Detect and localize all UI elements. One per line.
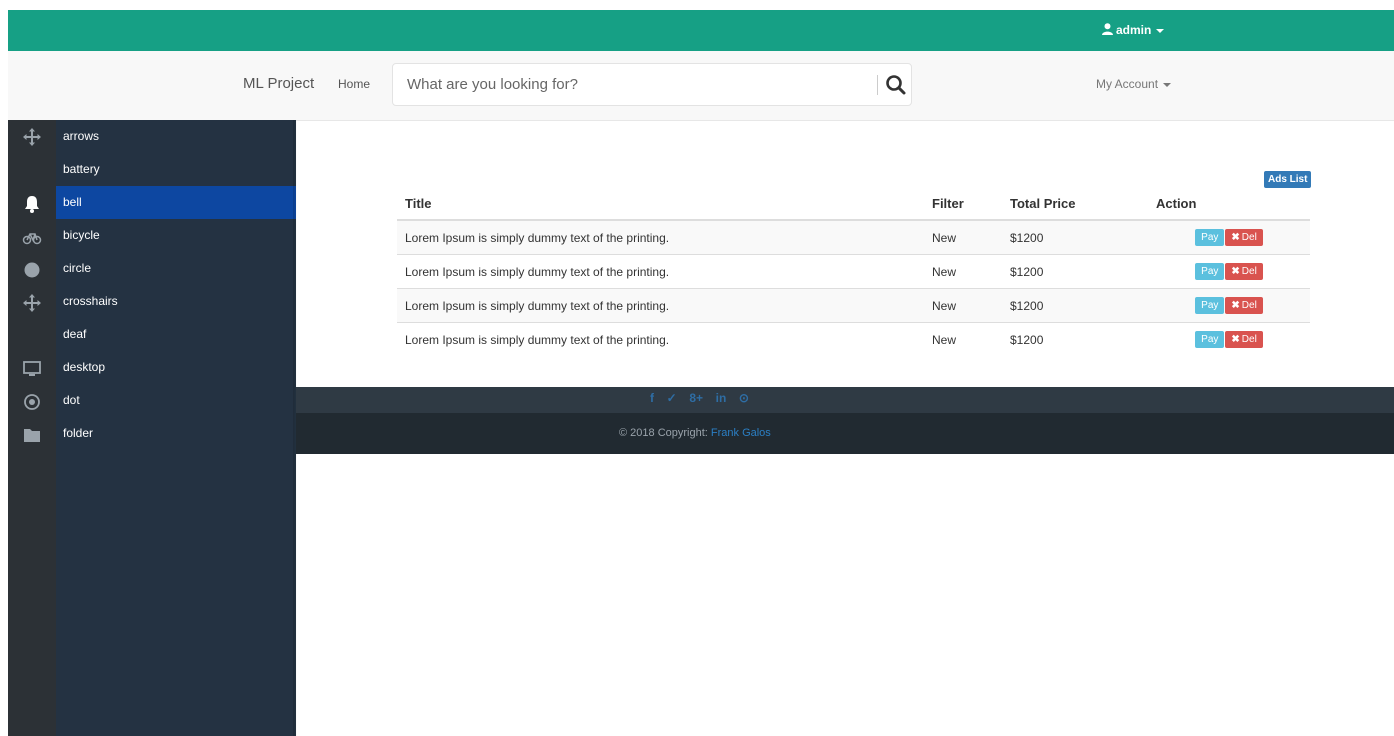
sidebar: arrows battery bell bicycle circle cross… — [56, 120, 296, 736]
cell-filter: New — [924, 288, 1002, 323]
cell-filter: New — [924, 254, 1002, 289]
bell-icon[interactable] — [22, 194, 42, 214]
cell-price: $1200 — [1002, 219, 1148, 255]
navbar: ML Project Home My Account — [8, 51, 1394, 121]
table-row: Lorem Ipsum is simply dummy text of the … — [397, 288, 1310, 323]
delete-label: Del — [1241, 266, 1257, 277]
cell-title: Lorem Ipsum is simply dummy text of the … — [397, 219, 924, 255]
ads-list-button[interactable]: Ads List — [1264, 171, 1312, 188]
sidebar-item-battery[interactable]: battery — [56, 153, 296, 186]
search-divider — [877, 75, 878, 95]
cell-title: Lorem Ipsum is simply dummy text of the … — [397, 288, 924, 323]
sidebar-item-desktop[interactable]: desktop — [56, 351, 296, 384]
cell-action: Pay ✖ Del — [1148, 219, 1310, 255]
desktop-icon[interactable] — [22, 359, 42, 379]
folder-icon[interactable] — [22, 425, 42, 445]
sidebar-item-label: crosshairs — [63, 294, 118, 308]
cell-action: Pay ✖ Del — [1148, 322, 1310, 356]
delete-button[interactable]: ✖ Del — [1225, 331, 1263, 348]
sidebar-item-folder[interactable]: folder — [56, 417, 296, 450]
sidebar-item-label: bell — [63, 195, 82, 209]
cell-price: $1200 — [1002, 254, 1148, 289]
sidebar-item-bicycle[interactable]: bicycle — [56, 219, 296, 252]
circle-icon[interactable] — [22, 260, 42, 280]
sidebar-item-deaf[interactable]: deaf — [56, 318, 296, 351]
sidebar-item-label: dot — [63, 393, 80, 407]
close-icon: ✖ — [1231, 232, 1240, 243]
my-account-label: My Account — [1096, 77, 1159, 91]
delete-label: Del — [1241, 334, 1257, 345]
admin-label: admin — [1116, 23, 1152, 37]
top-bar: admin — [8, 10, 1394, 51]
sidebar-item-crosshairs[interactable]: crosshairs — [56, 285, 296, 318]
sidebar-item-dot[interactable]: dot — [56, 384, 296, 417]
table-row: Lorem Ipsum is simply dummy text of the … — [397, 254, 1310, 289]
footer-social-bar: f ✓ 8+ in ⊙ — [296, 387, 1394, 413]
social-links: f ✓ 8+ in ⊙ — [650, 390, 758, 410]
column-header-price: Total Price — [1002, 187, 1148, 221]
column-header-filter: Filter — [924, 187, 1002, 221]
delete-label: Del — [1241, 300, 1257, 311]
cell-filter: New — [924, 322, 1002, 356]
home-link[interactable]: Home — [338, 77, 370, 91]
delete-button[interactable]: ✖ Del — [1225, 297, 1263, 314]
sidebar-item-label: folder — [63, 426, 94, 440]
cell-action: Pay ✖ Del — [1148, 288, 1310, 323]
facebook-icon[interactable]: f — [650, 391, 654, 405]
copyright-text: © 2018 Copyright: Frank Galos — [619, 413, 819, 454]
cell-price: $1200 — [1002, 322, 1148, 356]
pay-button[interactable]: Pay — [1195, 229, 1225, 246]
cell-title: Lorem Ipsum is simply dummy text of the … — [397, 322, 924, 356]
footer-copyright-bar: © 2018 Copyright: Frank Galos — [296, 413, 1394, 454]
brand-link[interactable]: ML Project — [243, 75, 314, 92]
twitter-icon[interactable]: ✓ — [667, 391, 677, 405]
caret-down-icon — [1163, 82, 1172, 87]
sidebar-item-circle[interactable]: circle — [56, 252, 296, 285]
arrows-icon[interactable] — [22, 127, 42, 147]
pay-button[interactable]: Pay — [1195, 297, 1225, 314]
sidebar-item-label: arrows — [63, 129, 100, 143]
table-header-row: Title Filter Total Price Action — [397, 187, 1310, 221]
cell-price: $1200 — [1002, 288, 1148, 323]
cell-title: Lorem Ipsum is simply dummy text of the … — [397, 254, 924, 289]
user-icon — [1102, 23, 1113, 35]
sidebar-item-label: bicycle — [63, 228, 100, 242]
delete-button[interactable]: ✖ Del — [1225, 229, 1263, 246]
admin-user-menu[interactable]: admin — [1102, 10, 1165, 51]
search-icon[interactable] — [885, 74, 907, 96]
close-icon: ✖ — [1231, 266, 1240, 277]
ads-table: Title Filter Total Price Action Lorem Ip… — [397, 187, 1310, 356]
delete-label: Del — [1241, 232, 1257, 243]
linkedin-icon[interactable]: in — [716, 391, 727, 405]
copyright-label: © 2018 Copyright: — [619, 427, 711, 439]
search-input[interactable] — [393, 64, 863, 105]
google-plus-icon[interactable]: 8+ — [689, 391, 703, 405]
dot-circle-icon[interactable] — [22, 392, 42, 412]
cell-action: Pay ✖ Del — [1148, 254, 1310, 289]
sidebar-item-arrows[interactable]: arrows — [56, 120, 296, 153]
bicycle-icon[interactable] — [22, 227, 42, 247]
close-icon: ✖ — [1231, 334, 1240, 345]
pay-button[interactable]: Pay — [1195, 331, 1225, 348]
dribbble-icon[interactable]: ⊙ — [739, 391, 749, 405]
cell-filter: New — [924, 219, 1002, 255]
column-header-action: Action — [1148, 187, 1310, 221]
author-link[interactable]: Frank Galos — [711, 427, 771, 439]
table-row: Lorem Ipsum is simply dummy text of the … — [397, 219, 1310, 255]
delete-button[interactable]: ✖ Del — [1225, 263, 1263, 280]
column-header-title: Title — [397, 187, 924, 221]
crosshairs-icon[interactable] — [22, 293, 42, 313]
sidebar-icon-rail — [8, 120, 56, 736]
sidebar-item-label: circle — [63, 261, 92, 275]
close-icon: ✖ — [1231, 300, 1240, 311]
sidebar-item-label: deaf — [63, 327, 87, 341]
sidebar-item-label: battery — [63, 162, 100, 176]
pay-button[interactable]: Pay — [1195, 263, 1225, 280]
sidebar-item-label: desktop — [63, 360, 106, 374]
my-account-menu[interactable]: My Account — [1096, 77, 1172, 91]
table-row: Lorem Ipsum is simply dummy text of the … — [397, 322, 1310, 356]
caret-down-icon — [1156, 28, 1165, 33]
sidebar-item-bell[interactable]: bell — [56, 186, 296, 219]
search-box — [392, 63, 912, 106]
